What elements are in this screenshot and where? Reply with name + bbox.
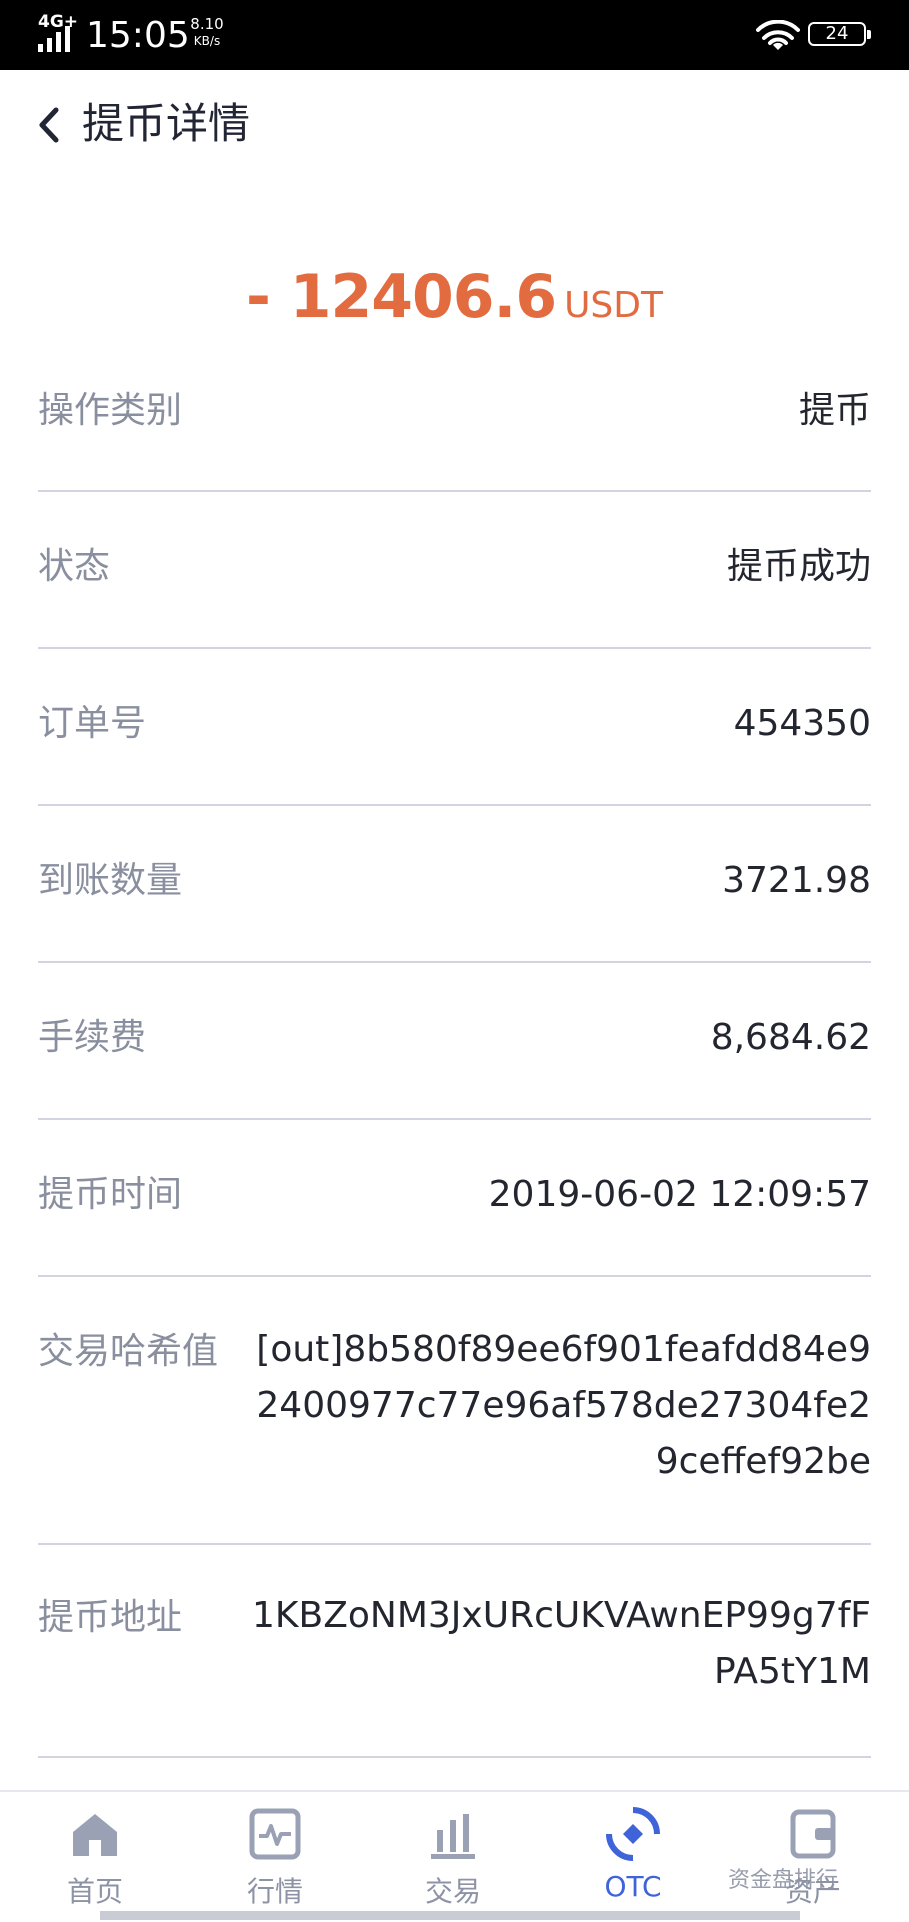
detail-label: 提币地址 — [38, 1597, 183, 1638]
detail-list: 操作类别 提币 状态 提币成功 订单号 454350 到账数量 3721.98 … — [38, 356, 871, 1758]
detail-value: 提币成功 — [726, 546, 871, 587]
tab-home[interactable]: 首页 — [4, 1792, 186, 1922]
watermark: 资金盘排行 — [728, 1868, 839, 1893]
detail-label: 状态 — [38, 546, 111, 587]
wallet-icon — [790, 1809, 836, 1859]
detail-label: 订单号 — [38, 703, 147, 744]
tab-label: OTC — [604, 1870, 662, 1903]
home-icon — [73, 1814, 117, 1856]
tab-label: 交易 — [424, 1875, 481, 1908]
detail-value[interactable]: 1KBZoNM3JxURcUKVAwnEP99g7fFPA5tY1M — [251, 1588, 871, 1700]
detail-value[interactable]: [out]8b580f89ee6f901feafdd84e92400977c77… — [251, 1322, 871, 1490]
wifi-icon — [756, 20, 800, 50]
detail-label: 提币时间 — [38, 1174, 183, 1215]
detail-row-received: 到账数量 3721.98 — [38, 806, 871, 963]
detail-value: 提币 — [798, 390, 871, 431]
detail-row-type: 操作类别 提币 — [38, 356, 871, 492]
network-speed: 8.10 KB/s — [182, 16, 232, 50]
chevron-left-icon[interactable] — [34, 102, 64, 148]
battery-icon: 24 — [808, 22, 871, 46]
otc-icon — [606, 1807, 660, 1861]
detail-row-order: 订单号 454350 — [38, 649, 871, 806]
speed-unit: KB/s — [193, 34, 221, 48]
amount-unit: USDT — [564, 285, 663, 326]
tab-trade[interactable]: 交易 — [362, 1792, 544, 1922]
header: 提币详情 — [0, 70, 909, 180]
tab-assets[interactable]: 资产 — [722, 1792, 904, 1922]
detail-row-hash: 交易哈希值 [out]8b580f89ee6f901feafdd84e92400… — [38, 1277, 871, 1545]
detail-label: 到账数量 — [38, 860, 183, 901]
detail-value: 2019-06-02 12:09:57 — [488, 1174, 871, 1215]
bar-chart-icon — [431, 1814, 475, 1859]
speed-value: 8.10 — [190, 15, 224, 33]
detail-label: 操作类别 — [38, 390, 183, 431]
tab-market[interactable]: 行情 — [184, 1792, 366, 1922]
status-bar: 4G+ 15:05 8.10 KB/s 24 — [0, 0, 909, 70]
detail-label: 手续费 — [38, 1017, 147, 1058]
detail-label: 交易哈希值 — [38, 1331, 219, 1372]
amount-value: - 12406.6 — [246, 262, 557, 332]
bottom-tab-bar: 首页 行情 交易 OTC 资产 — [0, 1790, 909, 1922]
detail-value: 454350 — [733, 703, 871, 744]
page-title: 提币详情 — [82, 99, 251, 148]
detail-value: 8,684.62 — [710, 1017, 871, 1058]
detail-row-time: 提币时间 2019-06-02 12:09:57 — [38, 1120, 871, 1277]
detail-row-status: 状态 提币成功 — [38, 492, 871, 649]
signal-icon — [38, 26, 70, 52]
detail-value: 3721.98 — [722, 860, 871, 901]
tab-otc[interactable]: OTC — [542, 1792, 724, 1922]
market-pulse-icon — [249, 1808, 301, 1860]
detail-row-fee: 手续费 8,684.62 — [38, 963, 871, 1120]
tab-label: 行情 — [246, 1875, 303, 1908]
withdraw-amount: - 12406.6 USDT — [0, 262, 909, 332]
detail-row-address: 提币地址 1KBZoNM3JxURcUKVAwnEP99g7fFPA5tY1M — [38, 1545, 871, 1758]
home-indicator — [100, 1911, 800, 1920]
clock: 15:05 — [86, 15, 190, 56]
tab-label: 首页 — [66, 1875, 123, 1908]
